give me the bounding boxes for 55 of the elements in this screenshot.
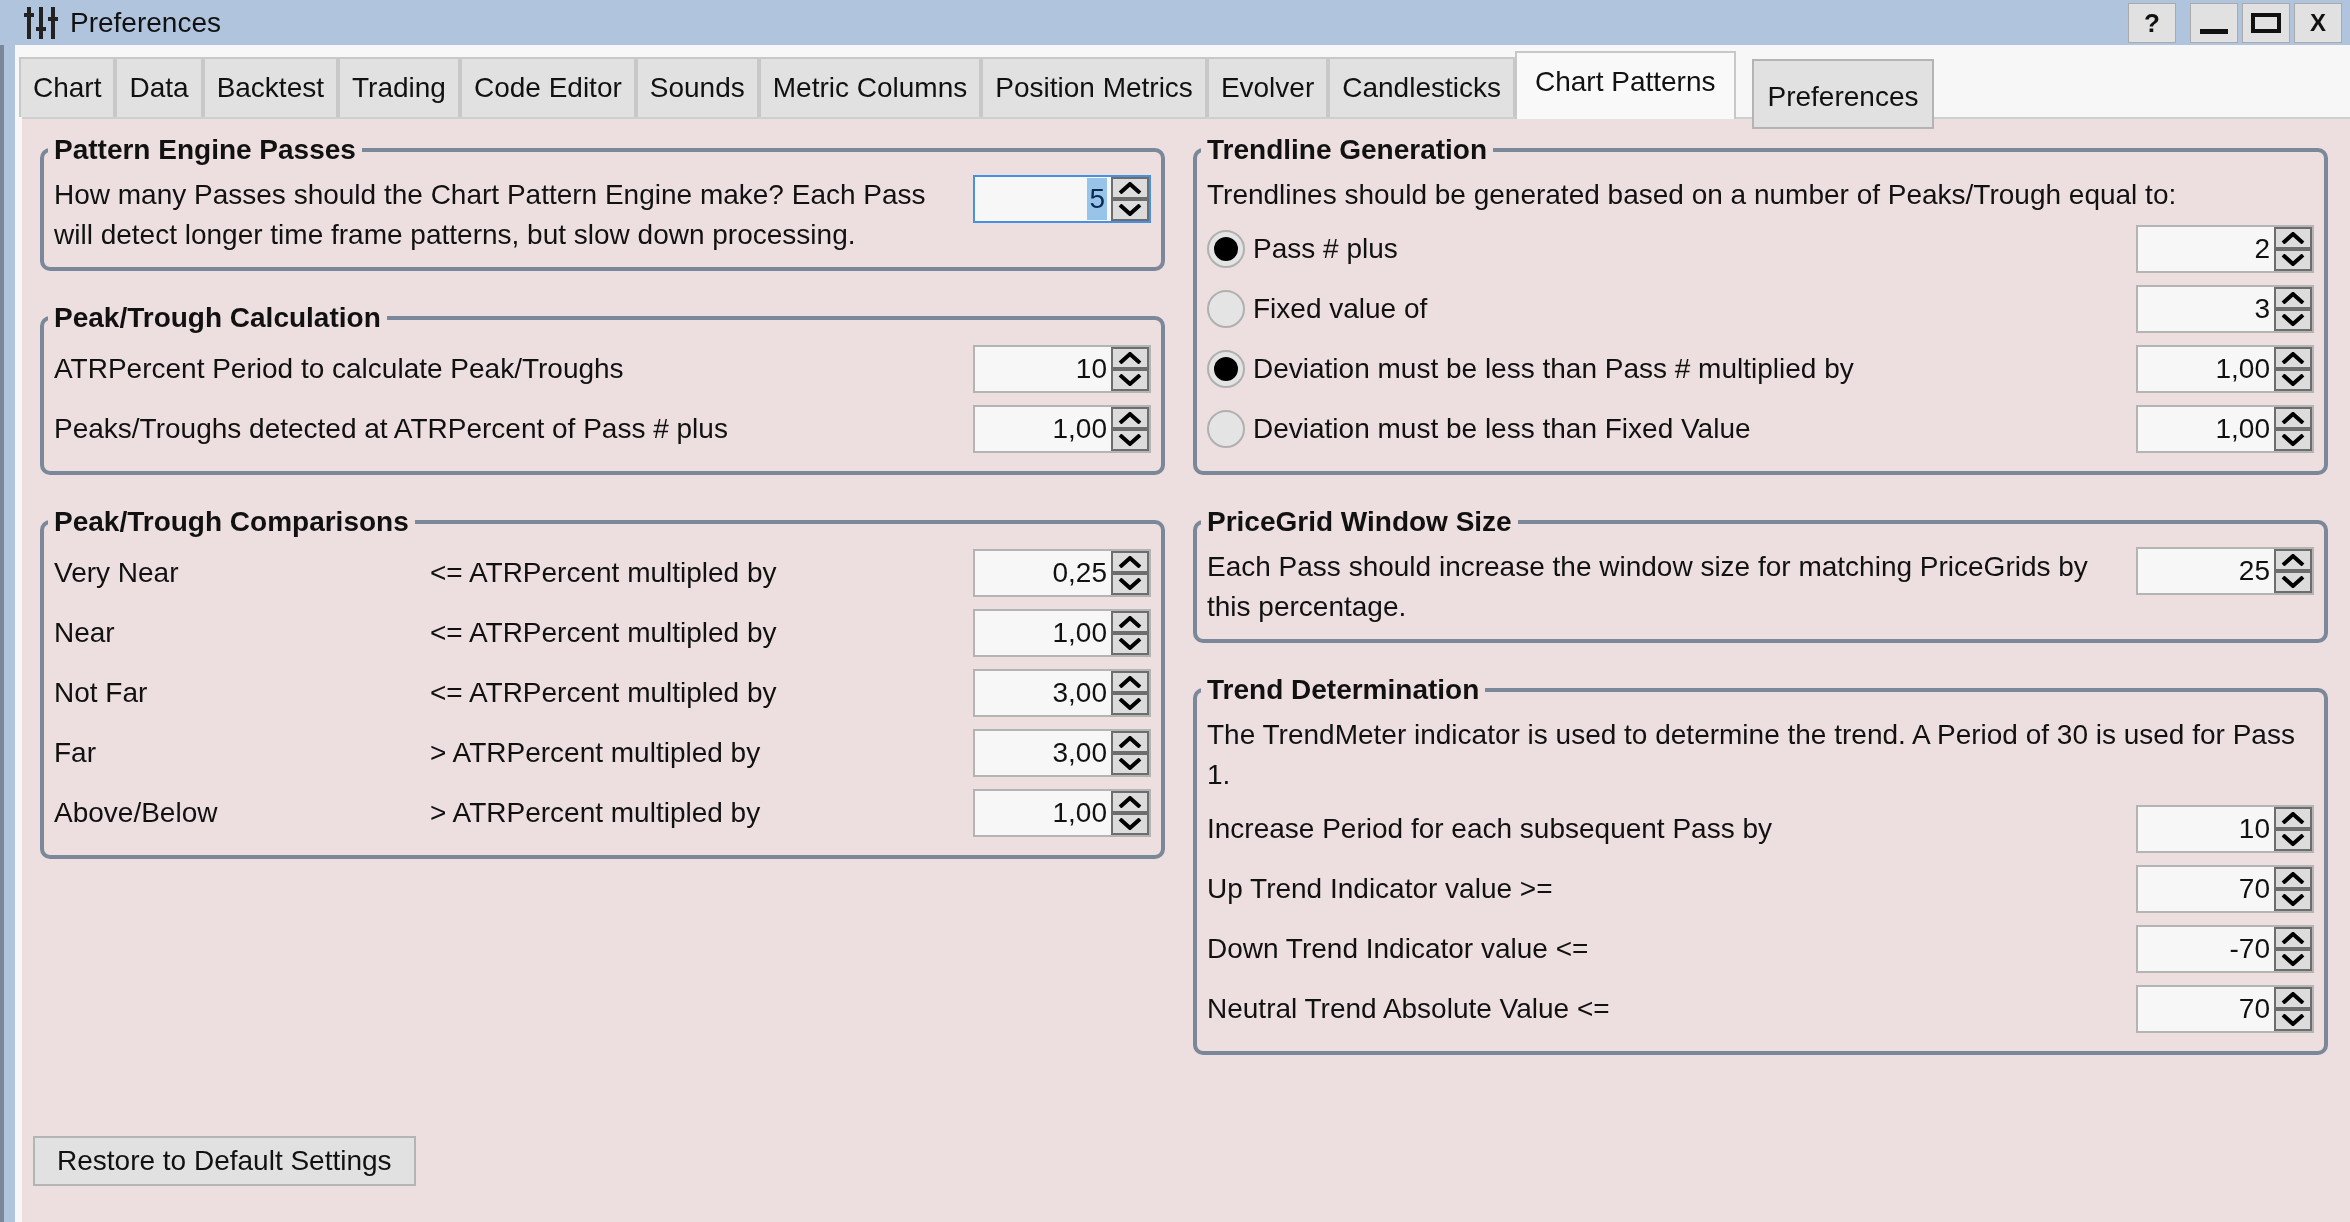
help-button[interactable]: ? [2128, 2, 2176, 43]
tab[interactable]: Metric Columns [758, 57, 982, 117]
group-title: Peak/Trough Comparisons [53, 505, 410, 539]
tab[interactable]: Trading [338, 57, 460, 117]
window-title: Preferences [70, 5, 221, 40]
maximize-icon [2251, 12, 2281, 33]
tab[interactable]: Chart Patterns [1515, 51, 1736, 119]
comparison-label: > ATRPercent multipled by [430, 796, 762, 830]
field-label: Each Pass should increase the window size for matching PriceGrids by this percentage. [1207, 550, 2089, 624]
field-label: Down Trend Indicator value <= [1207, 932, 1590, 966]
description-text: The TrendMeter indicator is used to determine the trend. A Period of 30 is used for Pass 1. [1207, 718, 2296, 792]
tab[interactable]: Position Metrics [981, 57, 1207, 117]
restore-defaults-button[interactable]: Restore to Default Settings [33, 1136, 416, 1186]
sliders-icon [24, 4, 58, 41]
preferences-tab[interactable]: Preferences [1751, 59, 1935, 129]
tab[interactable]: Evolver [1206, 57, 1329, 117]
comparison-label: <= ATRPercent multipled by [430, 676, 778, 710]
group-title: Peak/Trough Calculation [53, 301, 382, 335]
tab[interactable]: Code Editor [459, 57, 636, 117]
radio-button[interactable] [1207, 350, 1245, 388]
radio-label: Pass # plus [1253, 232, 1399, 266]
minimize-icon [2200, 28, 2228, 34]
maximize-button[interactable] [2242, 2, 2290, 43]
comparison-label: > ATRPercent multipled by [430, 736, 762, 770]
comparison-label: <= ATRPercent multipled by [430, 616, 778, 650]
tab[interactable]: Data [115, 57, 203, 117]
field-label: Far [54, 736, 97, 770]
group-title: Pattern Engine Passes [53, 133, 357, 167]
radio-label: Deviation must be less than Pass # multiplied by [1253, 352, 1855, 386]
group-title: Trendline Generation [1206, 133, 1489, 167]
field-label: Increase Period for each subsequent Pass by [1207, 812, 1773, 846]
radio-button[interactable] [1207, 290, 1245, 328]
tab[interactable]: Backtest [202, 57, 338, 117]
field-label: Not Far [54, 676, 149, 710]
tab[interactable]: Sounds [635, 57, 759, 117]
field-label: Very Near [54, 556, 180, 590]
field-label: Neutral Trend Absolute Value <= [1207, 992, 1611, 1026]
field-label: ATRPercent Period to calculate Peak/Troughs [54, 352, 625, 386]
minimize-button[interactable] [2190, 2, 2238, 43]
field-label: How many Passes should the Chart Pattern Engine make? Each Pass will detect longer time frame patterns, but slow down processing. [54, 178, 927, 252]
group-title: Trend Determination [1206, 673, 1481, 707]
tab[interactable]: Candlesticks [1328, 57, 1515, 117]
comparison-label: <= ATRPercent multipled by [430, 556, 778, 590]
radio-label: Fixed value of [1253, 292, 1429, 326]
field-label: Peaks/Troughs detected at ATRPercent of Pass # plus [54, 412, 729, 446]
tab[interactable]: Chart [19, 57, 116, 117]
field-label: Above/Below [54, 796, 219, 830]
radio-label: Deviation must be less than Fixed Value [1253, 412, 1752, 446]
radio-button[interactable] [1207, 410, 1245, 448]
close-button[interactable]: X [2294, 2, 2342, 43]
group-title: PriceGrid Window Size [1206, 505, 1513, 539]
field-label: Up Trend Indicator value >= [1207, 872, 1554, 906]
description-text: Trendlines should be generated based on a number of Peaks/Trough equal to: [1207, 178, 2178, 212]
field-label: Near [54, 616, 116, 650]
radio-button[interactable] [1207, 230, 1245, 268]
